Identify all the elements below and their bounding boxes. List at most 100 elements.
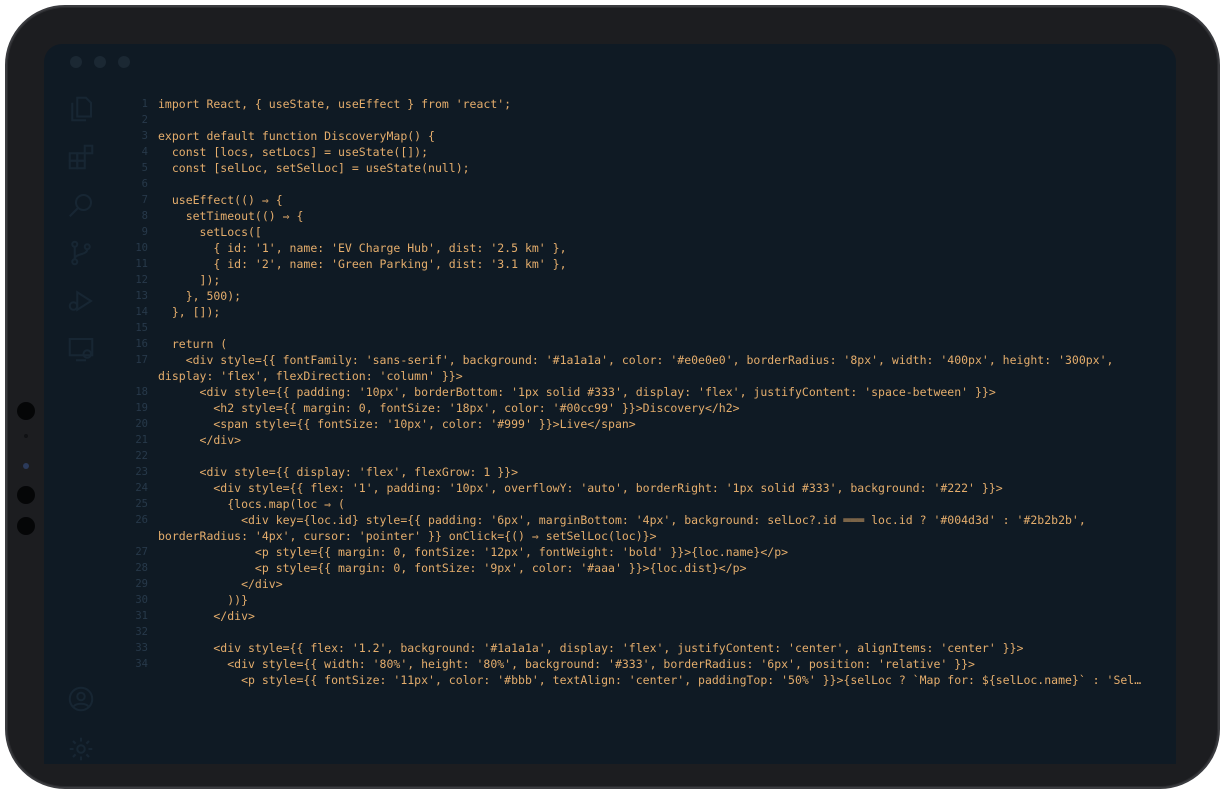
code-line[interactable]: 11 { id: '2', name: 'Green Parking', dis… (118, 256, 1156, 272)
code-text: </div> (158, 433, 242, 447)
code-line[interactable]: 31 </div> (118, 608, 1156, 624)
code-line[interactable]: 27 <p style={{ margin: 0, fontSize: '12p… (118, 544, 1156, 560)
minimize-window-button[interactable] (94, 56, 106, 68)
code-line[interactable]: 34 <div style={{ width: '80%', height: '… (118, 656, 1156, 672)
code-line[interactable]: 10 { id: '1', name: 'EV Charge Hub', dis… (118, 240, 1156, 256)
code-text: }, []); (158, 305, 221, 319)
line-number: 20 (135, 418, 148, 430)
code-line[interactable]: 33 <div style={{ flex: '1.2', background… (118, 640, 1156, 656)
line-number: 21 (135, 434, 148, 446)
close-window-button[interactable] (70, 56, 82, 68)
code-text: <div key={loc.id} style={{ padding: '6px… (158, 513, 1086, 527)
code-line[interactable]: 6 (118, 176, 1156, 192)
line-number: 33 (135, 642, 148, 654)
code-line[interactable]: 1 import React, { useState, useEffect } f… (118, 96, 1156, 112)
code-text: display: 'flex', flexDirection: 'column'… (158, 369, 463, 383)
code-line[interactable]: 17 <div style={{ fontFamily: 'sans-serif… (118, 352, 1156, 368)
code-text: </div> (158, 609, 255, 623)
maximize-window-button[interactable] (118, 56, 130, 68)
code-line[interactable]: 21 </div> (118, 432, 1156, 448)
code-line[interactable]: 19 <h2 style={{ margin: 0, fontSize: '18… (118, 400, 1156, 416)
line-number: 19 (135, 402, 148, 414)
code-text: <span style={{ fontSize: '10px', color: … (158, 417, 636, 431)
code-line[interactable]: borderRadius: '4px', cursor: 'pointer' }… (118, 528, 1156, 544)
code-text: borderRadius: '4px', cursor: 'pointer' }… (158, 529, 657, 543)
run-debug-icon[interactable] (66, 286, 98, 318)
code-line[interactable]: 5 const [selLoc, setSelLoc] = useState(n… (118, 160, 1156, 176)
code-line[interactable]: 8 setTimeout(() ⇒ { (118, 208, 1156, 224)
code-line[interactable]: 15 (118, 320, 1156, 336)
extensions-icon[interactable] (66, 142, 98, 174)
code-line[interactable]: 3 export default function DiscoveryMap() … (118, 128, 1156, 144)
code-text: const [selLoc, setSelLoc] = useState(nul… (158, 161, 470, 175)
line-number: 34 (135, 658, 148, 670)
line-number (118, 368, 158, 384)
code-editor[interactable]: 1 import React, { useState, useEffect } f… (118, 96, 1156, 688)
line-number: 31 (135, 610, 148, 622)
code-text: <div style={{ display: 'flex', flexGrow:… (158, 465, 519, 479)
code-line[interactable]: 25 {locs.map(loc ⇒ ( (118, 496, 1156, 512)
code-text: }, 500); (158, 289, 242, 303)
line-number: 2 (141, 114, 148, 126)
code-line[interactable]: 29 </div> (118, 576, 1156, 592)
source-control-icon[interactable] (66, 238, 98, 270)
code-line[interactable]: 28 <p style={{ margin: 0, fontSize: '9px… (118, 560, 1156, 576)
code-text: <p style={{ margin: 0, fontSize: '9px', … (158, 561, 747, 575)
code-text: <div style={{ fontFamily: 'sans-serif', … (158, 353, 1114, 367)
code-line[interactable]: <p style={{ fontSize: '11px', color: '#b… (118, 672, 1156, 688)
code-line[interactable]: 12 ]); (118, 272, 1156, 288)
line-number: 6 (141, 178, 148, 190)
button-dot (17, 517, 35, 535)
code-line[interactable]: 32 (118, 624, 1156, 640)
code-line[interactable]: 30 ))} (118, 592, 1156, 608)
line-number: 14 (135, 306, 148, 318)
code-line[interactable]: 20 <span style={{ fontSize: '10px', colo… (118, 416, 1156, 432)
files-icon[interactable] (66, 94, 98, 126)
settings-icon[interactable] (66, 734, 98, 764)
code-line[interactable]: 22 (118, 448, 1156, 464)
code-line[interactable]: 13 }, 500); (118, 288, 1156, 304)
code-text: return ( (158, 337, 228, 351)
line-number: 26 (135, 514, 148, 526)
button-dot (17, 486, 35, 504)
search-icon[interactable] (66, 190, 98, 222)
code-line[interactable]: display: 'flex', flexDirection: 'column'… (118, 368, 1156, 384)
device-side-buttons (17, 400, 37, 540)
remote-explorer-icon[interactable] (66, 334, 98, 366)
sensor-dot (24, 434, 28, 438)
account-icon[interactable] (66, 684, 98, 716)
code-text: setLocs([ (158, 225, 262, 239)
line-number: 28 (135, 562, 148, 574)
code-line[interactable]: 4 const [locs, setLocs] = useState([]); (118, 144, 1156, 160)
line-number: 17 (135, 354, 148, 366)
code-line[interactable]: 7 useEffect(() ⇒ { (118, 192, 1156, 208)
line-number: 7 (141, 194, 148, 206)
code-line[interactable]: 14 }, []); (118, 304, 1156, 320)
code-line[interactable]: 2 (118, 112, 1156, 128)
code-line[interactable]: 16 return ( (118, 336, 1156, 352)
code-line[interactable]: 23 <div style={{ display: 'flex', flexGr… (118, 464, 1156, 480)
code-text: setTimeout(() ⇒ { (158, 209, 304, 223)
line-number: 29 (135, 578, 148, 590)
code-line[interactable]: 24 <div style={{ flex: '1', padding: '10… (118, 480, 1156, 496)
line-number: 24 (135, 482, 148, 494)
line-number: 8 (141, 210, 148, 222)
line-number: 27 (135, 546, 148, 558)
code-text: useEffect(() ⇒ { (158, 193, 283, 207)
code-line[interactable]: 18 <div style={{ padding: '10px', border… (118, 384, 1156, 400)
code-text: <p style={{ fontSize: '11px', color: '#b… (158, 673, 1142, 687)
line-number: 5 (141, 162, 148, 174)
code-line[interactable]: 9 setLocs([ (118, 224, 1156, 240)
camera-dot (17, 402, 35, 420)
code-text: <h2 style={{ margin: 0, fontSize: '18px'… (158, 401, 740, 415)
code-text: <div style={{ flex: '1.2', background: '… (158, 641, 1024, 655)
code-text: ]); (158, 273, 221, 287)
line-number: 4 (141, 146, 148, 158)
window-controls (70, 56, 130, 68)
code-line[interactable]: 26 <div key={loc.id} style={{ padding: '… (118, 512, 1156, 528)
editor-window: 1 import React, { useState, useEffect } f… (44, 44, 1176, 764)
line-number: 25 (135, 498, 148, 510)
code-text: <div style={{ flex: '1', padding: '10px'… (158, 481, 1003, 495)
indicator-dot (23, 463, 29, 469)
code-text: export default function DiscoveryMap() { (158, 129, 435, 143)
